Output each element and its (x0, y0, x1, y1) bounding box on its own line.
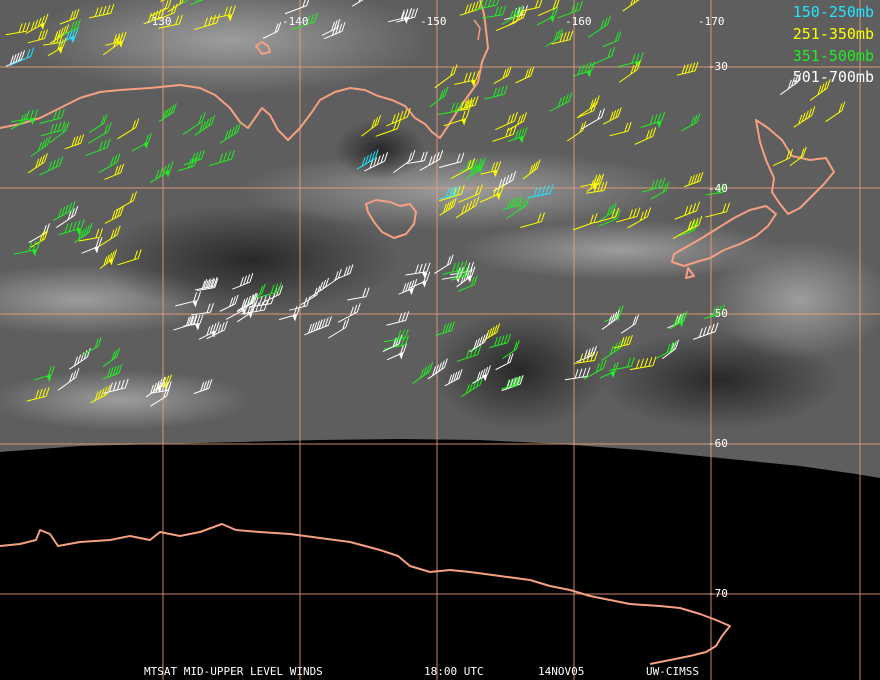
lat-label-50: -50 (708, 307, 728, 320)
map-canvas (0, 0, 880, 680)
lat-label-70: -70 (708, 587, 728, 600)
footer-source: UW-CIMSS (646, 665, 699, 678)
lat-label-60: -60 (708, 437, 728, 450)
pressure-legend-green: 351-500mb (792, 47, 874, 65)
lon-label-170: -170 (698, 15, 725, 28)
lat-label-40: -40 (708, 182, 728, 195)
pressure-legend-white: 501-700mb (792, 68, 874, 86)
wind-map: -130 -140 -150 -160 -170 -30 -40 -50 -60… (0, 0, 880, 680)
lat-label-30: -30 (708, 60, 728, 73)
lon-label-160: -160 (565, 15, 592, 28)
lon-label-130: -130 (145, 15, 172, 28)
lon-label-150: -150 (420, 15, 447, 28)
footer-time: 18:00 UTC (424, 665, 484, 678)
pressure-legend-cyan: 150-250mb (792, 3, 874, 21)
lon-label-140: -140 (282, 15, 309, 28)
footer-product: MTSAT MID-UPPER LEVEL WINDS (144, 665, 323, 678)
footer-date: 14NOV05 (538, 665, 585, 678)
pressure-legend-yellow: 251-350mb (792, 25, 874, 43)
